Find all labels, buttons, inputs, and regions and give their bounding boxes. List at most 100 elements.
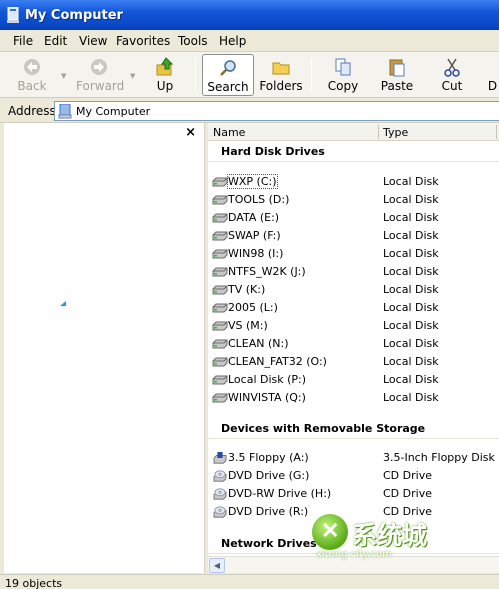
drive-row[interactable]: TV (K:) Local Disk <box>208 281 499 299</box>
group-header-hard-disk-drives: Hard Disk Drives <box>221 145 325 158</box>
forward-button[interactable]: Forward <box>76 54 125 96</box>
drive-row[interactable]: TOOLS (D:) Local Disk <box>208 191 499 209</box>
search-button[interactable]: Search <box>202 54 254 96</box>
back-dropdown-icon[interactable]: ▼ <box>61 72 66 80</box>
group-divider <box>208 438 499 439</box>
menu-edit[interactable]: Edit <box>44 34 67 48</box>
search-icon <box>220 60 236 76</box>
drive-name: CLEAN (N:) <box>228 337 289 350</box>
column-divider[interactable] <box>496 125 497 139</box>
drive-type: Local Disk <box>383 373 439 386</box>
forward-arrow-icon <box>91 59 107 75</box>
toolbar: Back ▼ Forward ▼ Up Search Folders Copy … <box>0 52 499 98</box>
close-pane-icon[interactable]: × <box>185 125 196 140</box>
status-bar: 19 objects <box>0 574 499 589</box>
toolbar-separator <box>311 58 312 92</box>
drive-row[interactable]: CLEAN_FAT32 (O:) Local Disk <box>208 353 499 371</box>
group-header-network-drives: Network Drives <box>221 537 317 550</box>
drive-row[interactable]: DVD Drive (G:) CD Drive <box>208 467 499 485</box>
watermark-text-en: xitong city.com <box>316 549 392 560</box>
drive-type: Local Disk <box>383 283 439 296</box>
toolbar-separator <box>195 58 196 92</box>
paste-button[interactable]: Paste <box>376 54 418 96</box>
file-list: Name Type Hard Disk Drives WXP (C:) Local… <box>208 123 499 573</box>
drive-name: TV (K:) <box>228 283 266 296</box>
hard-disk-icon <box>212 267 228 277</box>
drive-type: Local Disk <box>383 337 439 350</box>
watermark-icon: ✕ <box>312 514 348 550</box>
drive-row[interactable]: WXP (C:) Local Disk <box>208 173 499 191</box>
cut-button[interactable]: Cut <box>432 54 472 96</box>
paste-icon <box>389 59 405 77</box>
scissors-icon <box>444 58 460 77</box>
drive-name: DVD-RW Drive (H:) <box>228 487 332 500</box>
drive-row[interactable]: VS (M:) Local Disk <box>208 317 499 335</box>
drive-name: DVD Drive (R:) <box>228 505 309 518</box>
delete-button[interactable]: D <box>486 54 499 96</box>
copy-icon <box>335 58 351 76</box>
group-header-removable-storage: Devices with Removable Storage <box>221 422 426 435</box>
hard-disk-icon <box>212 195 228 205</box>
drive-row[interactable]: SWAP (F:) Local Disk <box>208 227 499 245</box>
drive-row[interactable]: 2005 (L:) Local Disk <box>208 299 499 317</box>
watermark-text-cn: 系统城 <box>352 521 428 550</box>
hard-disk-icon <box>212 357 228 367</box>
my-computer-icon <box>58 104 72 119</box>
drive-name: 3.5 Floppy (A:) <box>228 451 309 464</box>
drive-row[interactable]: DATA (E:) Local Disk <box>208 209 499 227</box>
hard-disk-icon <box>212 213 228 223</box>
address-bar: Address My Computer <box>0 99 499 123</box>
title-bar[interactable]: My Computer <box>0 0 499 30</box>
menu-file[interactable]: File <box>13 34 33 48</box>
hard-disk-icon <box>212 321 228 331</box>
drive-type: CD Drive <box>383 487 432 500</box>
drive-row[interactable]: WIN98 (I:) Local Disk <box>208 245 499 263</box>
address-input[interactable]: My Computer <box>54 101 499 121</box>
drive-row[interactable]: WINVISTA (Q:) Local Disk <box>208 389 499 407</box>
drive-name: WINVISTA (Q:) <box>228 391 306 404</box>
drive-row[interactable]: NTFS_W2K (J:) Local Disk <box>208 263 499 281</box>
column-headers: Name Type <box>208 123 499 141</box>
status-text: 19 objects <box>5 577 63 589</box>
drive-name: WIN98 (I:) <box>228 247 284 260</box>
hard-disk-icon <box>212 393 228 403</box>
hard-disk-icon <box>212 285 228 295</box>
drive-row[interactable]: Local Disk (P:) Local Disk <box>208 371 499 389</box>
drive-name: WXP (C:) <box>227 174 278 189</box>
drive-type: Local Disk <box>383 355 439 368</box>
drive-type: 3.5-Inch Floppy Disk <box>383 451 495 464</box>
search-label: Search <box>207 80 249 94</box>
back-arrow-icon <box>24 59 40 75</box>
drive-row[interactable]: CLEAN (N:) Local Disk <box>208 335 499 353</box>
drive-row[interactable]: DVD-RW Drive (H:) CD Drive <box>208 485 499 503</box>
cd-drive-icon <box>213 488 227 500</box>
copy-button[interactable]: Copy <box>322 54 364 96</box>
menu-favorites[interactable]: Favorites <box>116 34 170 48</box>
menu-view[interactable]: View <box>79 34 107 48</box>
forward-dropdown-icon[interactable]: ▼ <box>130 72 135 80</box>
hard-disk-icon <box>212 339 228 349</box>
folders-icon <box>272 62 290 75</box>
drive-name: NTFS_W2K (J:) <box>228 265 306 278</box>
cut-label: Cut <box>441 79 463 93</box>
scroll-left-icon[interactable]: ◀ <box>209 558 225 573</box>
drive-row[interactable]: 3.5 Floppy (A:) 3.5-Inch Floppy Disk <box>208 449 499 467</box>
menu-tools[interactable]: Tools <box>178 34 208 48</box>
cd-drive-icon <box>213 470 227 482</box>
forward-label: Forward <box>76 79 125 93</box>
up-button[interactable]: Up <box>148 54 182 96</box>
up-label: Up <box>156 79 174 93</box>
drive-type: Local Disk <box>383 247 439 260</box>
drive-name: 2005 (L:) <box>228 301 278 314</box>
folders-button[interactable]: Folders <box>258 54 304 96</box>
drive-type: CD Drive <box>383 469 432 482</box>
back-button[interactable]: Back <box>12 54 52 96</box>
back-label: Back <box>17 79 47 93</box>
column-header-type[interactable]: Type <box>383 126 408 139</box>
column-header-name[interactable]: Name <box>213 126 245 139</box>
column-divider[interactable] <box>378 125 379 139</box>
menu-help[interactable]: Help <box>219 34 246 48</box>
progress-indicator-icon <box>60 301 66 306</box>
drive-name: DATA (E:) <box>228 211 280 224</box>
drive-type: Local Disk <box>383 193 439 206</box>
